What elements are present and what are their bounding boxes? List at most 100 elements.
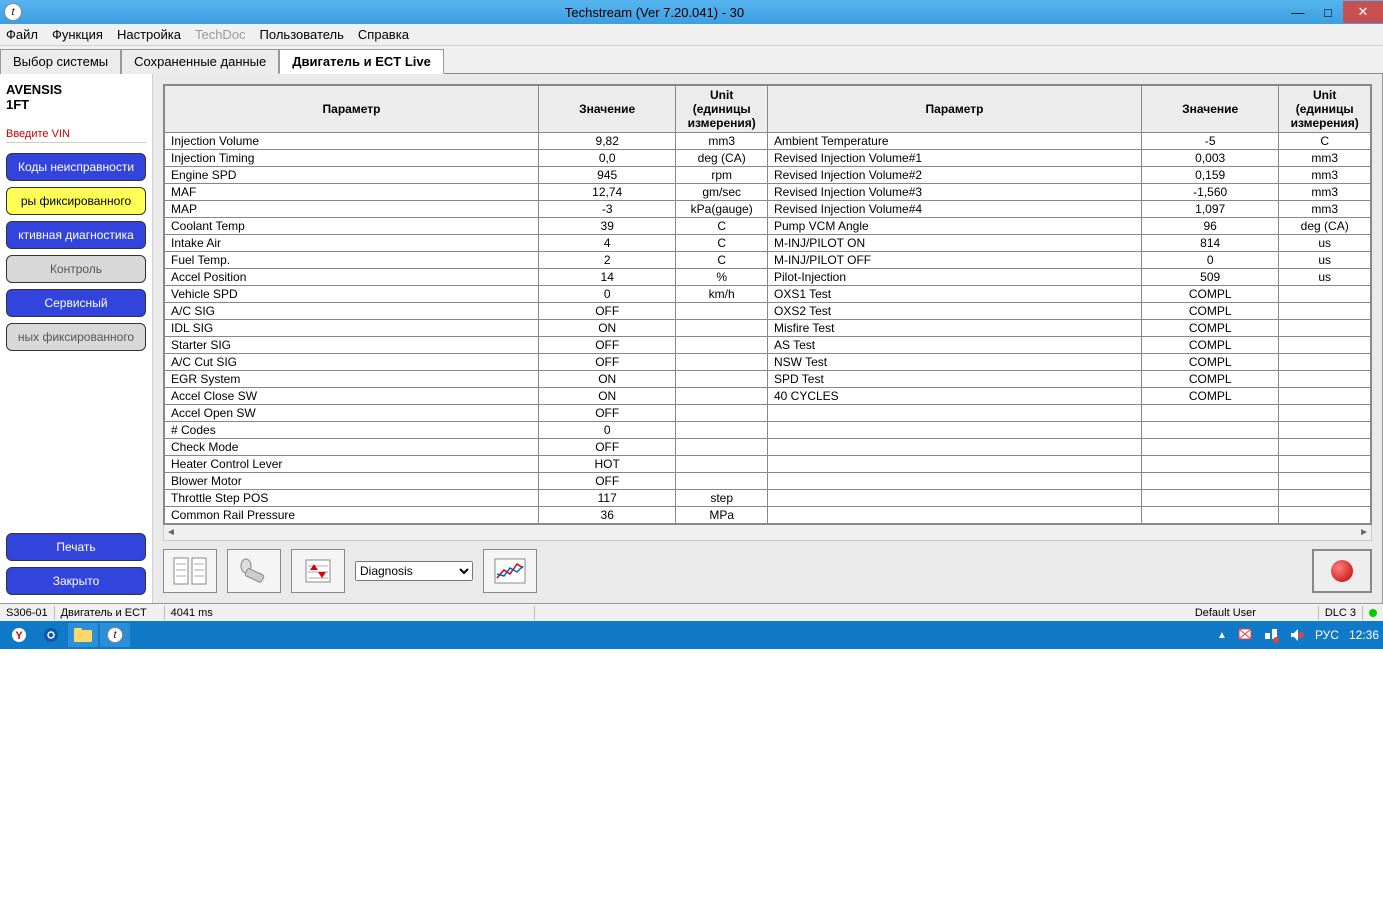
table-row[interactable]: A/C Cut SIGOFFNSW TestCOMPL <box>165 354 1371 371</box>
param-cell: Engine SPD <box>165 167 539 184</box>
value-cell <box>1141 473 1278 490</box>
menu-setup[interactable]: Настройка <box>117 27 181 42</box>
value-cell: 14 <box>539 269 676 286</box>
param-cell: Starter SIG <box>165 337 539 354</box>
tray-clock[interactable]: 12:36 <box>1349 628 1379 642</box>
tray-volume-icon[interactable] <box>1289 627 1305 643</box>
unit-cell <box>676 473 768 490</box>
close-button[interactable]: ✕ <box>1343 1 1383 23</box>
table-row[interactable]: Coolant Temp39CPump VCM Angle96deg (CA) <box>165 218 1371 235</box>
tray-language[interactable]: РУС <box>1315 628 1339 642</box>
minimize-button[interactable]: — <box>1283 1 1313 23</box>
line-chart-icon <box>492 556 528 586</box>
tab-stored-data[interactable]: Сохраненные данные <box>121 49 279 74</box>
maximize-button[interactable]: □ <box>1313 1 1343 23</box>
table-row[interactable]: MAP-3kPa(gauge)Revised Injection Volume#… <box>165 201 1371 218</box>
dtc-codes-button[interactable]: Коды неисправности <box>6 153 146 181</box>
menu-help[interactable]: Справка <box>358 27 409 42</box>
table-row[interactable]: EGR SystemONSPD TestCOMPL <box>165 371 1371 388</box>
table-row[interactable]: Check ModeOFF <box>165 439 1371 456</box>
col-unit[interactable]: Unit (единицы измерения) <box>676 86 768 133</box>
tab-system-select[interactable]: Выбор системы <box>0 49 121 74</box>
horizontal-scrollbar[interactable]: ◄ ► <box>163 525 1372 541</box>
taskbar-techstream[interactable]: t <box>100 623 130 647</box>
freeze-data-button[interactable]: ных фиксированного <box>6 323 146 351</box>
unit-cell: kPa(gauge) <box>676 201 768 218</box>
col-unit-2[interactable]: Unit (единицы измерения) <box>1279 86 1371 133</box>
record-icon <box>1331 560 1353 582</box>
param-cell: A/C SIG <box>165 303 539 320</box>
menu-bar: Файл Функция Настройка TechDoc Пользоват… <box>0 24 1383 46</box>
close-tab-button[interactable]: Закрыто <box>6 567 146 595</box>
taskbar-app1[interactable] <box>36 623 66 647</box>
unit-cell <box>1279 320 1371 337</box>
value-cell: OFF <box>539 337 676 354</box>
col-parameter[interactable]: Параметр <box>165 86 539 133</box>
table-row[interactable]: IDL SIGONMisfire TestCOMPL <box>165 320 1371 337</box>
table-row[interactable]: Vehicle SPD0km/hOXS1 TestCOMPL <box>165 286 1371 303</box>
table-row[interactable]: Injection Volume9,82mm3Ambient Temperatu… <box>165 133 1371 150</box>
table-row[interactable]: Intake Air4CM-INJ/PILOT ON814us <box>165 235 1371 252</box>
table-row[interactable]: Fuel Temp.2CM-INJ/PILOT OFF0us <box>165 252 1371 269</box>
menu-user[interactable]: Пользователь <box>260 27 344 42</box>
sort-button[interactable] <box>291 549 345 593</box>
vehicle-model: AVENSIS 1FT <box>6 82 146 112</box>
mode-select[interactable]: Diagnosis <box>355 561 473 581</box>
unit-cell: mm3 <box>1279 167 1371 184</box>
col-value[interactable]: Значение <box>539 86 676 133</box>
record-button[interactable] <box>1312 549 1372 593</box>
col-value-2[interactable]: Значение <box>1141 86 1278 133</box>
scroll-right-icon[interactable]: ► <box>1359 527 1369 538</box>
vin-prompt[interactable]: Введите VIN <box>6 128 146 143</box>
unit-cell <box>1279 473 1371 490</box>
table-row[interactable]: Throttle Step POS117step <box>165 490 1371 507</box>
value-cell <box>1141 490 1278 507</box>
table-row[interactable]: Heater Control LeverHOT <box>165 456 1371 473</box>
tray-flag-icon[interactable] <box>1237 627 1253 643</box>
table-row[interactable]: Engine SPD945rpmRevised Injection Volume… <box>165 167 1371 184</box>
table-row[interactable]: A/C SIGOFFOXS2 TestCOMPL <box>165 303 1371 320</box>
taskbar-yandex[interactable]: Y <box>4 623 34 647</box>
active-diagnostic-button[interactable]: ктивная диагностика <box>6 221 146 249</box>
sort-arrows-icon <box>300 556 336 586</box>
flashlight-button[interactable] <box>227 549 281 593</box>
unit-cell: gm/sec <box>676 184 768 201</box>
table-row[interactable]: Blower MotorOFF <box>165 473 1371 490</box>
value-cell: COMPL <box>1141 286 1278 303</box>
graph-button[interactable] <box>483 549 537 593</box>
service-button[interactable]: Сервисный <box>6 289 146 317</box>
table-row[interactable]: # Codes0 <box>165 422 1371 439</box>
table-row[interactable]: MAF12,74gm/secRevised Injection Volume#3… <box>165 184 1371 201</box>
print-button[interactable]: Печать <box>6 533 146 561</box>
title-bar: t Techstream (Ver 7.20.041) - 30 — □ ✕ <box>0 0 1383 24</box>
table-row[interactable]: Injection Timing0,0deg (CA)Revised Injec… <box>165 150 1371 167</box>
value-cell: 0,003 <box>1141 150 1278 167</box>
unit-cell: mm3 <box>1279 184 1371 201</box>
value-cell: 36 <box>539 507 676 524</box>
tray-chevron-icon[interactable]: ▲ <box>1217 630 1227 641</box>
menu-techdoc[interactable]: TechDoc <box>195 27 246 42</box>
freeze-frame-button[interactable]: ры фиксированного <box>6 187 146 215</box>
table-row[interactable]: Starter SIGOFFAS TestCOMPL <box>165 337 1371 354</box>
param-cell: Accel Close SW <box>165 388 539 405</box>
table-row[interactable]: Accel Position14%Pilot-Injection509us <box>165 269 1371 286</box>
tab-engine-ect-live[interactable]: Двигатель и ECT Live <box>279 49 444 74</box>
param-cell: Accel Open SW <box>165 405 539 422</box>
taskbar-explorer[interactable] <box>68 623 98 647</box>
col-parameter-2[interactable]: Параметр <box>767 86 1141 133</box>
table-row[interactable]: Common Rail Pressure36MPa <box>165 507 1371 524</box>
value-cell: -1,560 <box>1141 184 1278 201</box>
value-cell: COMPL <box>1141 354 1278 371</box>
scroll-left-icon[interactable]: ◄ <box>166 527 176 538</box>
status-user: Default User <box>1189 606 1319 620</box>
menu-file[interactable]: Файл <box>6 27 38 42</box>
unit-cell <box>1279 507 1371 524</box>
control-button[interactable]: Контроль <box>6 255 146 283</box>
value-cell: COMPL <box>1141 303 1278 320</box>
menu-function[interactable]: Функция <box>52 27 103 42</box>
tray-network-icon[interactable] <box>1263 627 1279 643</box>
list-view-button[interactable] <box>163 549 217 593</box>
table-row[interactable]: Accel Close SWON40 CYCLESCOMPL <box>165 388 1371 405</box>
table-row[interactable]: Accel Open SWOFF <box>165 405 1371 422</box>
value-cell <box>1141 405 1278 422</box>
